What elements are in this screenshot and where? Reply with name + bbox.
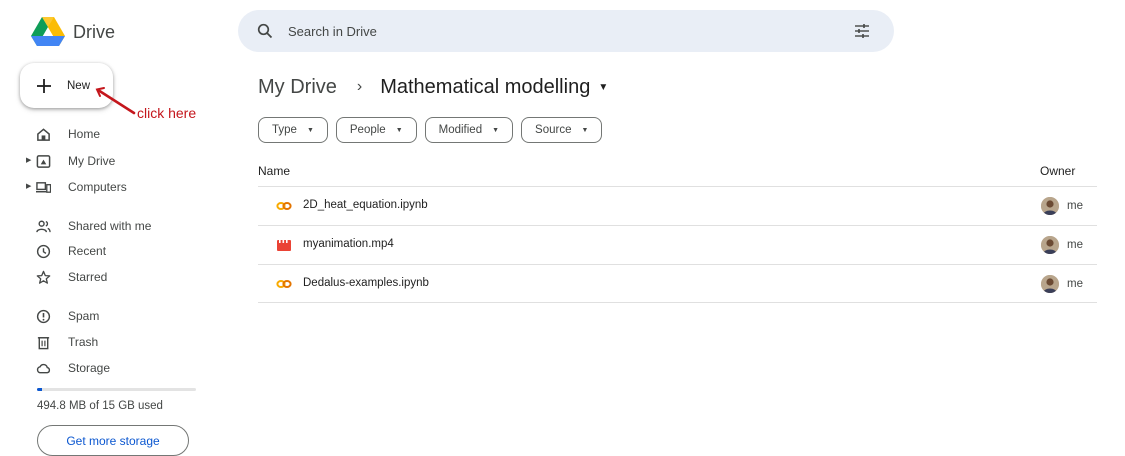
video-file-icon: [277, 240, 291, 251]
drive-logo-icon: [31, 17, 65, 46]
breadcrumb: My Drive › Mathematical modelling ▼: [258, 73, 608, 101]
home-icon: [35, 126, 51, 142]
sidebar-item-label: Starred: [68, 270, 108, 284]
chevron-down-icon: ▼: [581, 126, 589, 134]
get-more-storage-button[interactable]: Get more storage: [37, 425, 189, 456]
search-input[interactable]: Search in Drive: [288, 24, 842, 39]
owner-avatar: [1041, 236, 1059, 254]
sidebar-item-label: Storage: [68, 361, 111, 375]
search-icon[interactable]: [244, 10, 286, 52]
plus-icon: [37, 78, 51, 93]
sidebar-item-label: Shared with me: [68, 219, 152, 233]
sidebar-item-label: Recent: [68, 244, 107, 258]
filter-label: Modified: [438, 124, 483, 136]
breadcrumb-root[interactable]: My Drive: [258, 76, 337, 99]
computers-icon: [35, 179, 51, 195]
app-name: Drive: [73, 21, 116, 42]
filter-source[interactable]: Source ▼: [521, 117, 603, 143]
sidebar-item-label: Spam: [68, 309, 100, 323]
cloud-icon: [35, 360, 51, 376]
spam-icon: [35, 308, 51, 324]
owner-name: me: [1067, 200, 1083, 212]
owner-name: me: [1067, 278, 1083, 290]
sidebar-item-spam[interactable]: Spam: [0, 305, 230, 327]
filter-label: Source: [535, 124, 572, 136]
colab-notebook-icon: [276, 202, 292, 210]
chevron-down-icon: ▼: [306, 126, 314, 134]
filter-type[interactable]: Type ▼: [258, 117, 328, 143]
annotation-label: click here: [137, 105, 197, 121]
sidebar-item-computers[interactable]: ▶ Computers: [0, 176, 230, 198]
expand-caret-icon[interactable]: ▶: [26, 156, 31, 166]
search-bar[interactable]: Search in Drive: [238, 10, 894, 52]
sidebar-item-label: Home: [68, 127, 101, 141]
star-icon: [35, 269, 51, 285]
storage-usage-text: 494.8 MB of 15 GB used: [37, 400, 163, 412]
file-row[interactable]: myanimation.mp4 me: [258, 226, 1097, 264]
clock-icon: [35, 243, 51, 259]
file-row[interactable]: 2D_heat_equation.ipynb me: [258, 187, 1097, 225]
storage-usage-bar: [37, 388, 196, 391]
chevron-down-icon: ▼: [492, 126, 500, 134]
chevron-down-icon: ▼: [395, 126, 403, 134]
filter-label: People: [349, 124, 386, 136]
sidebar-item-recent[interactable]: Recent: [0, 240, 230, 262]
sidebar-item-label: My Drive: [68, 154, 116, 168]
trash-icon: [35, 334, 51, 350]
owner-avatar: [1041, 197, 1059, 215]
sidebar-item-my-drive[interactable]: ▶ My Drive: [0, 150, 230, 172]
breadcrumb-current-folder[interactable]: Mathematical modelling: [380, 76, 590, 99]
sidebar-item-shared-with-me[interactable]: Shared with me: [0, 215, 230, 237]
divider: [258, 302, 1097, 303]
owner-avatar: [1041, 275, 1059, 293]
annotation-arrow: [95, 87, 136, 115]
filter-chips: Type ▼ People ▼ Modified ▼ Source ▼: [258, 117, 610, 143]
colab-notebook-icon: [276, 280, 292, 288]
my-drive-icon: [35, 153, 51, 169]
filter-modified[interactable]: Modified ▼: [424, 117, 514, 143]
sidebar-item-label: Trash: [68, 335, 99, 349]
file-name: myanimation.mp4: [303, 238, 394, 250]
sidebar-item-home[interactable]: Home: [0, 123, 230, 145]
column-header-name[interactable]: Name: [258, 164, 290, 178]
search-options-icon[interactable]: [842, 11, 882, 51]
filter-label: Type: [272, 124, 297, 136]
storage-usage-fill: [37, 388, 43, 391]
folder-menu-dropdown-icon[interactable]: ▼: [598, 82, 608, 93]
file-row[interactable]: Dedalus-examples.ipynb me: [258, 265, 1097, 303]
sidebar-item-storage[interactable]: Storage: [0, 357, 230, 379]
sidebar-item-starred[interactable]: Starred: [0, 266, 230, 288]
file-name: 2D_heat_equation.ipynb: [303, 199, 428, 211]
expand-caret-icon[interactable]: ▶: [26, 182, 31, 192]
sidebar-item-trash[interactable]: Trash: [0, 331, 230, 353]
file-name: Dedalus-examples.ipynb: [303, 277, 429, 289]
sidebar-item-label: Computers: [68, 180, 127, 194]
filter-people[interactable]: People ▼: [335, 117, 417, 143]
drive-logo[interactable]: Drive: [31, 14, 115, 50]
new-button-label: New: [67, 79, 91, 92]
breadcrumb-separator: ›: [356, 78, 363, 95]
shared-icon: [35, 218, 51, 234]
owner-name: me: [1067, 239, 1083, 251]
column-header-owner: Owner: [1040, 164, 1076, 178]
